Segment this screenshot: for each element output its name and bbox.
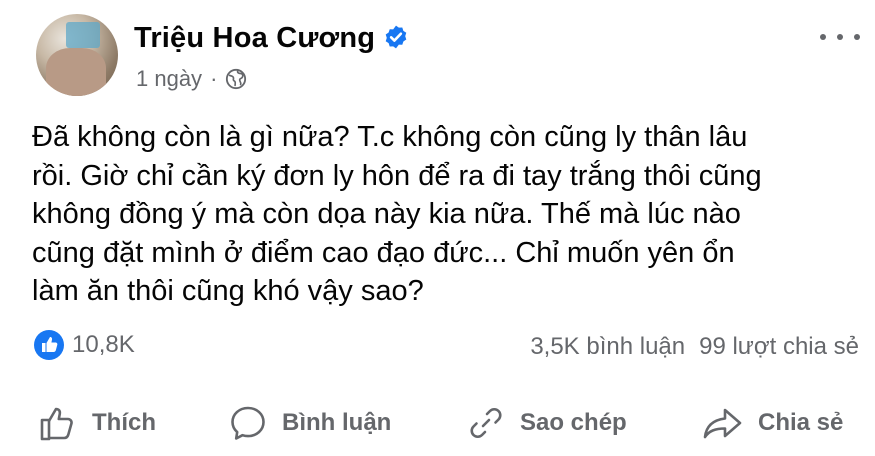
thumbs-up-icon xyxy=(40,407,73,441)
meta-separator: · xyxy=(210,66,218,91)
comment-count[interactable]: 3,5K bình luận xyxy=(530,333,685,360)
action-bar: Thích Bình luận Sao chép Chia sẻ xyxy=(0,396,875,450)
post-meta: 1 ngày · xyxy=(136,66,247,92)
avatar-window-shape xyxy=(66,22,100,48)
more-options-button[interactable] xyxy=(820,24,860,50)
comment-bubble-icon xyxy=(231,406,265,440)
link-icon xyxy=(470,408,502,438)
comment-label: Bình luận xyxy=(282,409,392,436)
more-options-icon-dot xyxy=(837,34,843,40)
reaction-summary[interactable]: 10,8K xyxy=(34,330,135,360)
author-name[interactable]: Triệu Hoa Cương xyxy=(134,22,409,55)
reaction-count: 10,8K xyxy=(72,331,135,358)
like-reaction-icon xyxy=(34,330,64,360)
share-arrow-icon xyxy=(703,408,742,439)
more-options-icon-dot xyxy=(820,34,826,40)
more-options-icon-dot xyxy=(854,34,860,40)
post-text: Đã không còn là gì nữa? T.c không còn cũ… xyxy=(32,121,762,307)
like-label: Thích xyxy=(92,409,156,436)
copy-label: Sao chép xyxy=(520,409,627,436)
post-time[interactable]: 1 ngày xyxy=(136,66,202,92)
author-avatar[interactable] xyxy=(36,14,118,96)
engagement-stats: 3,5K bình luận 99 lượt chia sẻ xyxy=(530,333,859,361)
share-label: Chia sẻ xyxy=(758,409,844,436)
post-card: Triệu Hoa Cương 1 ngày · Đã không còn là… xyxy=(0,0,875,456)
verified-badge-icon xyxy=(385,25,407,49)
globe-icon[interactable] xyxy=(225,68,247,90)
comment-button[interactable]: Bình luận xyxy=(228,396,391,450)
copy-link-button[interactable]: Sao chép xyxy=(466,396,627,450)
author-name-text: Triệu Hoa Cương xyxy=(134,22,376,54)
share-count[interactable]: 99 lượt chia sẻ xyxy=(699,333,859,360)
share-button[interactable]: Chia sẻ xyxy=(702,396,843,450)
like-button[interactable]: Thích xyxy=(38,396,156,450)
avatar-person-shape xyxy=(46,48,106,96)
